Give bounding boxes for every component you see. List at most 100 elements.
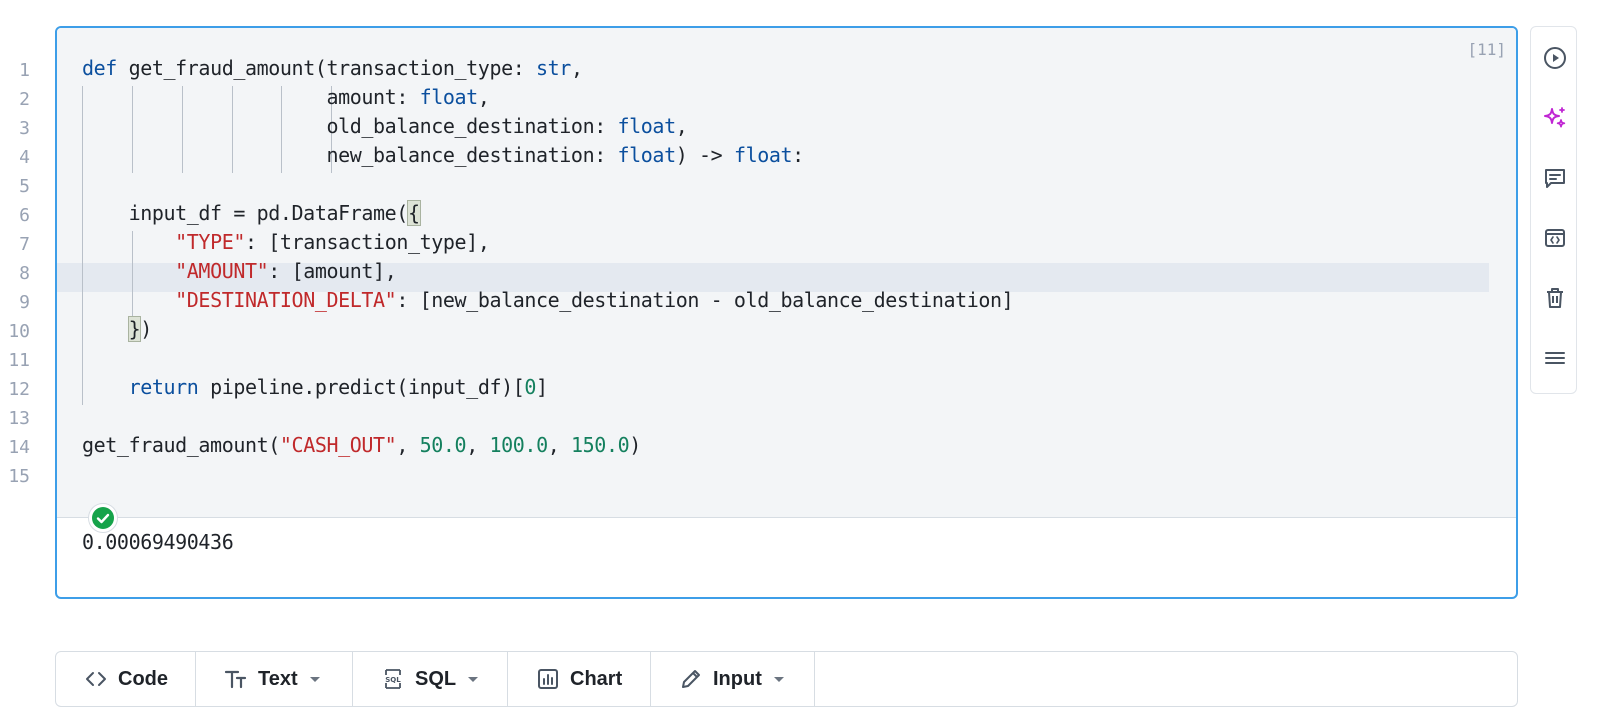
line-number: 8 [19,263,30,284]
add-chart-label: Chart [570,667,623,690]
code-line: "AMOUNT": [amount], [82,257,397,286]
code-line: }) [82,315,152,344]
line-number: 5 [19,176,30,197]
execution-count: [11] [1467,40,1506,59]
code-text: new_balance_destination: [326,143,618,167]
comment-icon [1545,169,1565,188]
type-name: float [617,143,677,167]
add-code-cell-button[interactable]: Code [56,652,196,706]
code-line: "DESTINATION_DELTA": [new_balance_destin… [82,286,1014,315]
chevron-down-icon [773,676,784,682]
code-cell[interactable]: [11] def get_fraud_amount(transaction_ty… [55,26,1518,599]
pencil-icon [682,670,700,688]
code-text: ) -> [675,143,734,167]
code-text: , [570,56,583,80]
run-icon [1544,47,1566,69]
code-text: amount: [326,85,420,109]
type-name: float [419,85,479,109]
add-cell-bar: Code Text SQL SQL Chart Input [55,651,1518,707]
line-number: 3 [19,118,30,139]
code-text: , [477,85,490,109]
code-text: ) [140,317,152,341]
matched-bracket: } [127,316,142,342]
cell-side-toolbar [1530,26,1577,394]
run-cell-button[interactable] [1542,45,1568,71]
sql-icon: SQL [385,669,401,689]
keyword: def [82,56,117,80]
add-input-label: Input [713,667,762,690]
line-number: 14 [8,437,30,458]
number-literal: 150.0 [571,433,630,457]
string-literal: "DESTINATION_DELTA" [175,288,397,312]
code-text: : [new_balance_destination - old_balance… [396,288,1014,312]
add-sql-cell-button[interactable]: SQL SQL [353,652,508,706]
ai-assist-button[interactable] [1542,105,1568,131]
code-text: ] [536,375,548,399]
string-literal: "CASH_OUT" [279,433,397,457]
delete-icon [1547,288,1563,308]
code-text: , [675,114,688,138]
comment-button[interactable] [1542,165,1568,191]
add-sql-label: SQL [415,667,457,690]
code-text: : [792,143,804,167]
code-line: "TYPE": [transaction_type], [82,228,490,257]
line-number: 9 [19,292,30,313]
ai-sparkle-icon [1544,107,1566,128]
string-literal: "TYPE" [175,230,245,254]
line-number: 10 [8,321,30,342]
add-input-cell-button[interactable]: Input [651,652,815,706]
line-number: 6 [19,205,30,226]
chevron-down-icon [468,676,479,682]
success-check-icon [92,507,114,529]
code-line: def get_fraud_amount(transaction_type: s… [82,54,583,83]
code-icon [86,672,106,686]
code-text: , [396,433,420,457]
text-icon [224,670,247,689]
delete-cell-button[interactable] [1542,285,1568,311]
code-line: new_balance_destination: float) -> float… [82,141,804,170]
add-text-label: Text [258,667,298,690]
add-code-label: Code [118,667,168,690]
chevron-down-icon [309,676,320,682]
line-number: 13 [8,408,30,429]
keyword: return [128,375,199,399]
svg-text:SQL: SQL [385,676,401,684]
code-editor[interactable]: [11] def get_fraud_amount(transaction_ty… [57,28,1516,518]
code-line: old_balance_destination: float, [82,112,687,141]
line-number: 4 [19,147,30,168]
code-line: amount: float, [82,83,489,112]
more-menu-button[interactable] [1542,345,1568,371]
code-text: input_df = pd.DataFrame( [82,201,409,225]
type-name: float [733,143,793,167]
matched-bracket: { [406,200,421,226]
line-number: 1 [19,60,30,81]
line-number: 7 [19,234,30,255]
number-literal: 50.0 [419,433,467,457]
type-name: str [536,56,571,80]
cell-output: 0.00069490436 [82,530,234,554]
code-text: pipeline.predict(input_df)[ [198,375,525,399]
code-text: : [amount], [268,259,397,283]
add-text-cell-button[interactable]: Text [196,652,353,706]
line-number: 15 [8,466,30,487]
chart-icon [538,669,558,689]
code-text: ) [629,433,641,457]
code-text: , [547,433,572,457]
code-text: get_fraud_amount( [82,433,280,457]
type-name: float [617,114,677,138]
code-text: : [transaction_type], [245,230,490,254]
code-line: get_fraud_amount("CASH_OUT", 50.0, 100.0… [82,431,641,460]
embed-button[interactable] [1542,225,1568,251]
line-number: 11 [8,350,30,371]
code-text: , [466,433,490,457]
add-chart-cell-button[interactable]: Chart [508,652,651,706]
line-number: 2 [19,89,30,110]
code-line: return pipeline.predict(input_df)[0] [82,373,549,402]
